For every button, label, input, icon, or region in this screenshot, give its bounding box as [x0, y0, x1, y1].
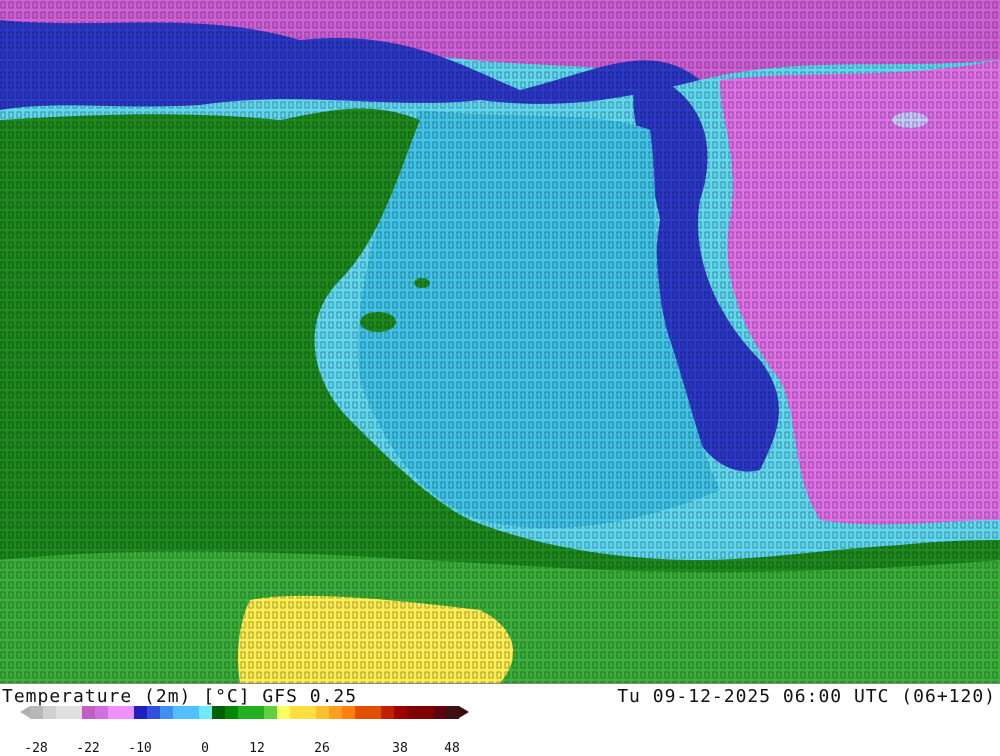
- scale-segment: [316, 706, 329, 719]
- scale-segment: [433, 706, 446, 719]
- scale-segment: [225, 706, 238, 719]
- scale-segment: [420, 706, 433, 719]
- scale-tick-label: 0: [201, 741, 209, 756]
- scale-segment: [212, 706, 225, 719]
- scale-segment: [303, 706, 316, 719]
- scale-segment: [446, 706, 459, 719]
- scale-tick-label: 26: [314, 741, 330, 756]
- value-grid-overlay: [0, 0, 1000, 683]
- scale-tick-label: 12: [249, 741, 265, 756]
- scale-segment: [368, 706, 381, 719]
- color-scale-bar: -28 -22 -10 0 12 26 38 48: [20, 706, 469, 756]
- scale-segment: [381, 706, 394, 719]
- scale-segment: [264, 706, 277, 719]
- scale-arrow-right: [459, 706, 469, 718]
- scale-segment: [108, 706, 121, 719]
- valid-time: Tu 09-12-2025 06:00 UTC (06+120): [617, 686, 996, 707]
- scale-tick-label: -22: [76, 741, 100, 756]
- scale-segment: [121, 706, 134, 719]
- map-footer: Temperature (2m) [°C] GFS 0.25 Tu 09-12-…: [0, 684, 1000, 756]
- map-panel: [0, 0, 1000, 684]
- scale-segment: [134, 706, 147, 719]
- scale-segment: [30, 706, 43, 719]
- scale-segment: [186, 706, 199, 719]
- scale-segment: [43, 706, 56, 719]
- map-title: Temperature (2m) [°C] GFS 0.25: [2, 686, 358, 707]
- scale-segment: [173, 706, 186, 719]
- scale-segment: [56, 706, 69, 719]
- scale-segment: [251, 706, 264, 719]
- scale-segment: [147, 706, 160, 719]
- scale-segment: [69, 706, 82, 719]
- scale-segment: [394, 706, 407, 719]
- scale-segments: [30, 706, 459, 719]
- scale-segment: [199, 706, 212, 719]
- scale-segment: [160, 706, 173, 719]
- scale-arrow-left: [20, 706, 30, 718]
- scale-segment: [342, 706, 355, 719]
- scale-segment: [95, 706, 108, 719]
- scale-tick-label: -28: [24, 741, 48, 756]
- scale-segment: [82, 706, 95, 719]
- scale-segment: [355, 706, 368, 719]
- temperature-map: [0, 0, 1000, 683]
- scale-segment: [329, 706, 342, 719]
- scale-tick-label: -10: [128, 741, 152, 756]
- scale-tick-label: 48: [444, 741, 460, 756]
- scale-segment: [238, 706, 251, 719]
- scale-tick-label: 38: [392, 741, 408, 756]
- scale-segment: [407, 706, 420, 719]
- scale-segment: [290, 706, 303, 719]
- scale-ticks: -28 -22 -10 0 12 26 38 48: [20, 741, 500, 756]
- scale-segment: [277, 706, 290, 719]
